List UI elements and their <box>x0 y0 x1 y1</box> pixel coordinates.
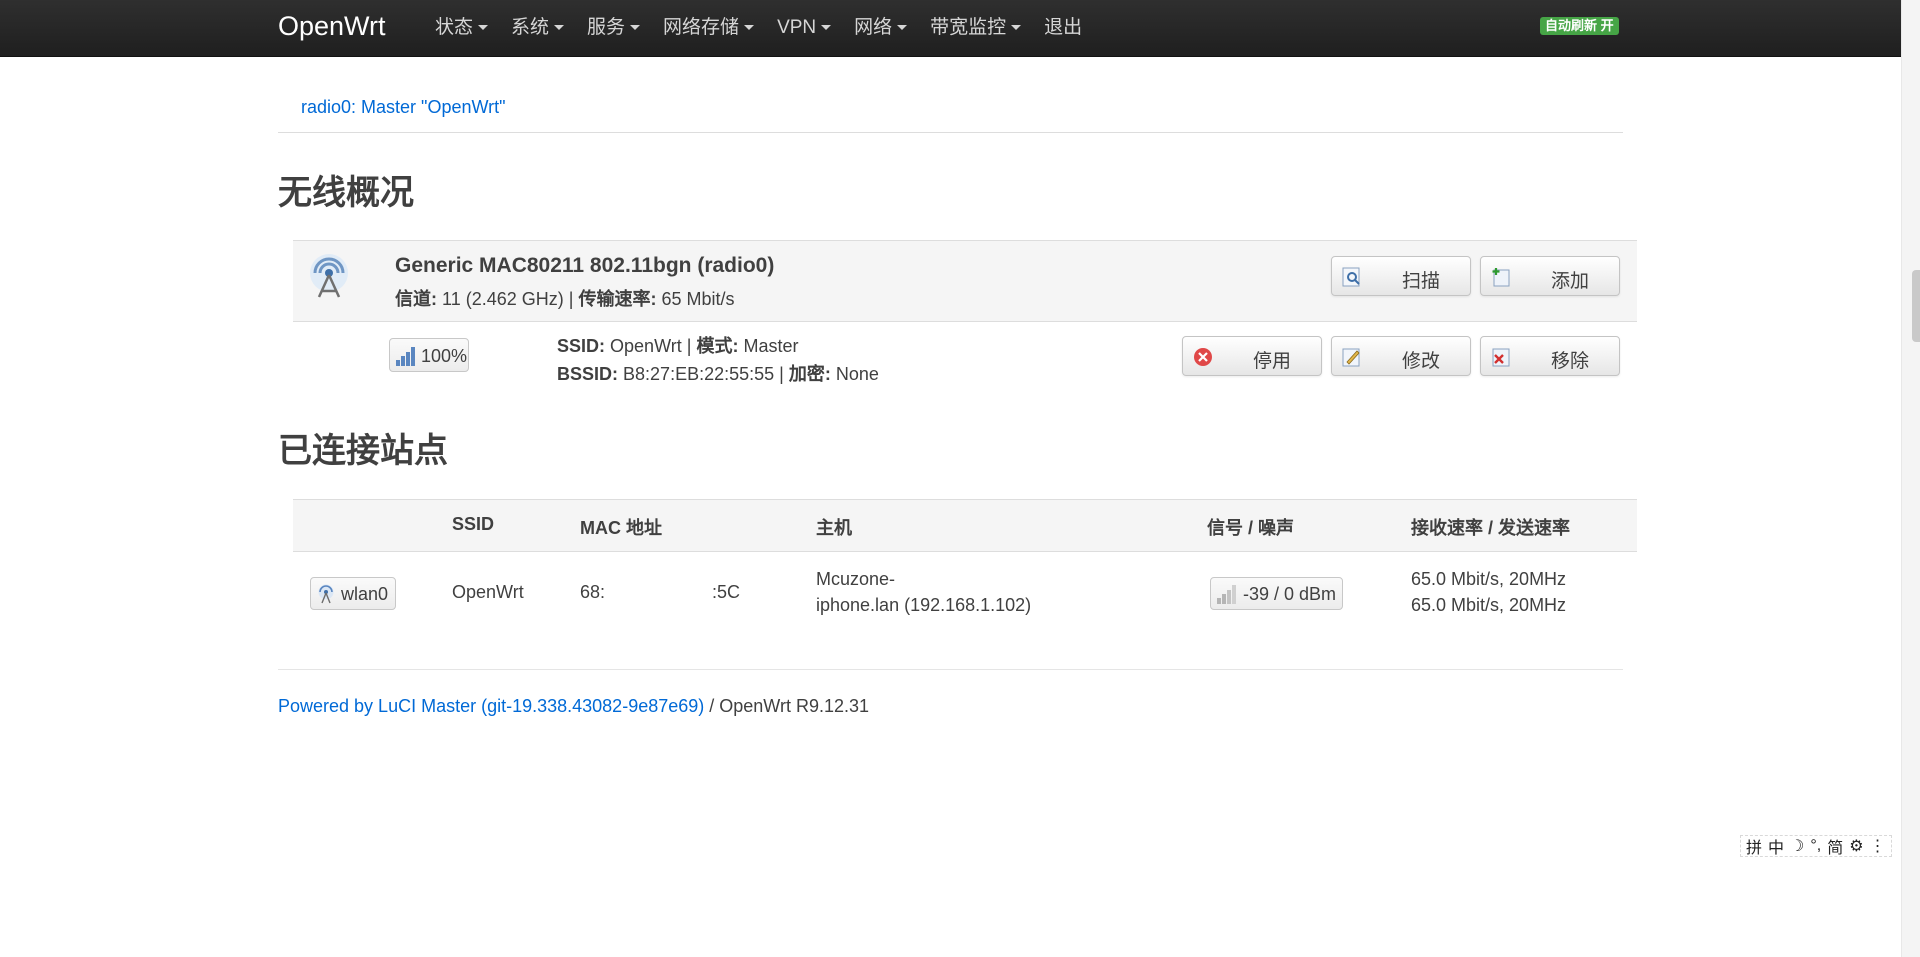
scrollbar-thumb[interactable] <box>1912 270 1920 342</box>
network-row: 100% SSID: OpenWrt | 模式: Master BSSID: B… <box>293 321 1637 384</box>
signal-bars-icon <box>1217 585 1236 604</box>
edit-button[interactable]: 修改 <box>1331 336 1471 376</box>
caret-down-icon <box>478 25 489 31</box>
menu-bandwidth[interactable]: 带宽监控 <box>930 0 1022 56</box>
stations-table: SSID MAC 地址 主机 信号 / 噪声 接收速率 / 发送速率 wlan0… <box>293 499 1637 640</box>
ime-settings-icon[interactable]: ⚙ <box>1849 836 1863 856</box>
station-mac-prefix: 68: <box>580 582 606 602</box>
caret-down-icon <box>744 25 755 31</box>
remove-icon <box>1492 348 1510 367</box>
scan-button[interactable]: 扫描 <box>1331 256 1471 296</box>
tab-radio0[interactable]: radio0: Master "OpenWrt" <box>301 97 506 118</box>
menu-network[interactable]: 网络 <box>854 0 908 56</box>
col-signal-noise: 信号 / 噪声 <box>1207 518 1295 538</box>
menu-vpn[interactable]: VPN <box>777 0 832 56</box>
ime-simplified-mode[interactable]: 简 <box>1827 834 1843 858</box>
ime-punctuation-icon[interactable]: °, <box>1810 837 1821 855</box>
caret-down-icon <box>554 25 565 31</box>
top-navbar: OpenWrt 状态 系统 服务 网络存储 VPN 网络 带宽监控 退出 自动刷… <box>0 0 1902 57</box>
autorefresh-badge[interactable]: 自动刷新 开 <box>1540 17 1619 35</box>
remove-button[interactable]: 移除 <box>1480 336 1620 376</box>
iface-badge[interactable]: wlan0 <box>310 577 396 610</box>
wifi-interface-icon <box>318 584 334 604</box>
overview-heading: 无线概况 <box>278 174 414 212</box>
menu-nas[interactable]: 网络存储 <box>663 0 755 56</box>
disable-icon <box>1194 348 1212 366</box>
radio-info: 信道: 11 (2.462 GHz) | 传输速率: 65 Mbit/s <box>395 289 735 309</box>
menu-logout[interactable]: 退出 <box>1044 0 1082 56</box>
menu-services[interactable]: 服务 <box>587 0 641 56</box>
edit-icon <box>1342 348 1360 367</box>
station-tx-rate: 65.0 Mbit/s, 20MHz <box>1411 595 1567 615</box>
caret-down-icon <box>821 25 832 31</box>
station-host-line1: Mcuzone- <box>816 569 896 589</box>
col-ssid: SSID <box>452 514 495 534</box>
wifi-radio-icon <box>310 254 348 298</box>
breadcrumb: radio0: Master "OpenWrt" <box>278 88 1623 133</box>
main-menu: 状态 系统 服务 网络存储 VPN 网络 带宽监控 退出 <box>435 0 1105 56</box>
station-mac-suffix: :5C <box>712 582 741 602</box>
footer-version: / OpenWrt R9.12.31 <box>704 696 870 716</box>
ime-toolbar: 拼 中 ☽ °, 简 ⚙ ⋮ <box>1740 835 1892 857</box>
network-info: SSID: OpenWrt | 模式: Master BSSID: B8:27:… <box>557 336 879 384</box>
radio-name: Generic MAC80211 802.11bgn (radio0) <box>395 254 775 277</box>
col-rate: 接收速率 / 发送速率 <box>1411 518 1571 538</box>
page-scrollbar[interactable] <box>1901 0 1920 957</box>
ime-halfwidth-icon[interactable]: ☽ <box>1790 836 1804 856</box>
caret-down-icon <box>897 25 908 31</box>
menu-status[interactable]: 状态 <box>435 0 489 56</box>
stations-heading: 已连接站点 <box>278 432 448 470</box>
disable-button[interactable]: 停用 <box>1182 336 1322 376</box>
caret-down-icon <box>1011 25 1022 31</box>
signal-noise-badge: -39 / 0 dBm <box>1210 577 1343 610</box>
menu-system[interactable]: 系统 <box>511 0 565 56</box>
col-host: 主机 <box>816 518 852 538</box>
col-mac: MAC 地址 <box>580 518 662 538</box>
luci-link[interactable]: Powered by LuCI Master (git-19.338.43082… <box>278 696 704 716</box>
brand-logo[interactable]: OpenWrt <box>278 11 386 42</box>
add-icon <box>1492 268 1510 287</box>
radio-row: Generic MAC80211 802.11bgn (radio0) 信道: … <box>293 240 1637 322</box>
station-host-line2: iphone.lan (192.168.1.102) <box>816 595 1032 615</box>
ime-pinyin-icon[interactable]: 拼 <box>1746 834 1762 858</box>
add-button[interactable]: 添加 <box>1480 256 1620 296</box>
signal-bars-icon <box>396 347 415 366</box>
station-rx-rate: 65.0 Mbit/s, 20MHz <box>1411 569 1567 589</box>
scan-icon <box>1342 267 1360 287</box>
ime-more-icon[interactable]: ⋮ <box>1870 836 1886 856</box>
signal-quality-badge: 100% <box>389 338 469 372</box>
station-ssid: OpenWrt <box>452 582 524 602</box>
footer: Powered by LuCI Master (git-19.338.43082… <box>278 669 1623 717</box>
caret-down-icon <box>630 25 641 31</box>
table-header: SSID MAC 地址 主机 信号 / 噪声 接收速率 / 发送速率 <box>293 500 1637 552</box>
ime-chinese-mode[interactable]: 中 <box>1768 834 1784 858</box>
